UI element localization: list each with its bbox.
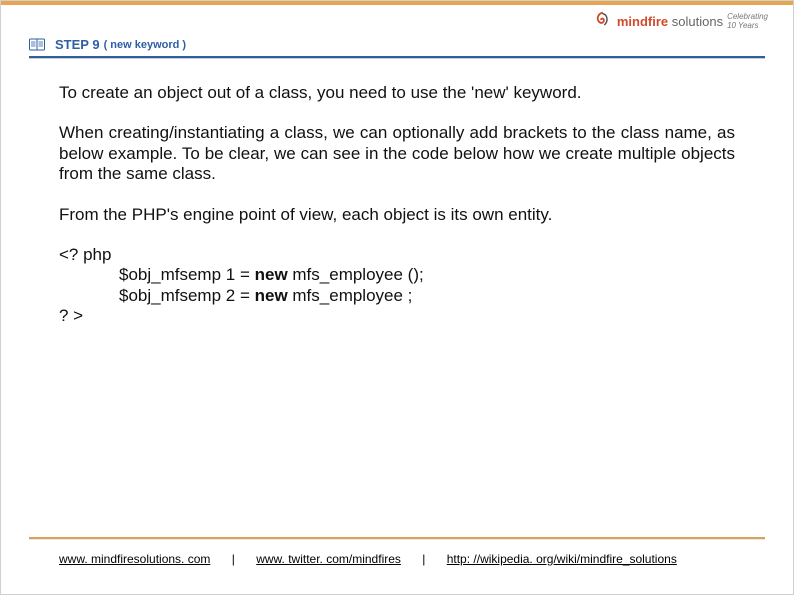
footer-sep-2: |: [422, 552, 425, 566]
code-l2-c: mfs_employee ;: [288, 286, 413, 305]
book-icon: [29, 38, 45, 52]
top-accent-border: [1, 1, 793, 5]
logo-brand-a: mindfire: [617, 14, 668, 29]
p1-keyword-object: object: [157, 83, 202, 102]
p2-text-a: When creating/instantiating a class, we …: [59, 123, 393, 142]
p3-text-c: is its own: [429, 205, 508, 224]
paragraph-1: To create an object out of a class, you …: [59, 83, 735, 103]
p1-text-c: out of a class, you need to use the ': [203, 83, 475, 102]
logo-area: mindfire solutions Celebrating 10 Years: [591, 7, 768, 35]
code-l1-new: new: [255, 265, 288, 284]
code-line-2: $obj_mfsemp 2 = new mfs_employee ;: [59, 286, 735, 306]
p1-text-e: ' keyword.: [506, 83, 582, 102]
celebrating-line1: Celebrating: [727, 12, 768, 21]
step-title: STEP 9: [55, 37, 100, 52]
code-l2-a: $obj_mfsemp 2 =: [119, 286, 255, 305]
logo-brand-b: solutions: [668, 14, 723, 29]
code-l1-c: mfs_employee ();: [288, 265, 424, 284]
paragraph-3: From the PHP's engine point of view, eac…: [59, 205, 735, 225]
footer-link-2[interactable]: www. twitter. com/mindfires: [256, 552, 401, 566]
p3-keyword-entity: entity: [508, 205, 547, 224]
p1-text-a: To create an: [59, 83, 157, 102]
code-close-tag: ? >: [59, 306, 735, 326]
logo-swirl-icon: [591, 10, 613, 32]
p3-keyword-object: object: [384, 205, 429, 224]
header-underline: [29, 56, 765, 59]
code-block: <? php $obj_mfsemp 1 = new mfs_employee …: [59, 245, 735, 327]
celebrating-line2: 10 Years: [727, 21, 758, 30]
code-open-tag: <? php: [59, 245, 735, 265]
step-subtitle: ( new keyword ): [104, 39, 187, 51]
celebrating-text: Celebrating 10 Years: [727, 12, 768, 30]
footer-sep-1: |: [232, 552, 235, 566]
footer-link-3[interactable]: http: //wikipedia. org/wiki/mindfire_sol…: [447, 552, 677, 566]
p2-keyword-optionally: optionally: [393, 123, 465, 142]
content-area: To create an object out of a class, you …: [59, 83, 735, 327]
header-row: STEP 9 ( new keyword ): [29, 37, 765, 55]
code-line-1: $obj_mfsemp 1 = new mfs_employee ();: [59, 265, 735, 285]
p3-text-e: .: [548, 205, 553, 224]
code-l1-a: $obj_mfsemp 1 =: [119, 265, 255, 284]
slide-container: mindfire solutions Celebrating 10 Years …: [0, 0, 794, 595]
p1-keyword-new: new: [474, 83, 505, 102]
p3-text-a: From the PHP's engine point of view, eac…: [59, 205, 384, 224]
logo-text: mindfire solutions: [617, 14, 723, 29]
paragraph-2: When creating/instantiating a class, we …: [59, 123, 735, 184]
footer-rule: [29, 537, 765, 540]
footer-links: www. mindfiresolutions. com | www. twitt…: [59, 552, 765, 566]
footer-link-1[interactable]: www. mindfiresolutions. com: [59, 552, 210, 566]
code-l2-new: new: [255, 286, 288, 305]
